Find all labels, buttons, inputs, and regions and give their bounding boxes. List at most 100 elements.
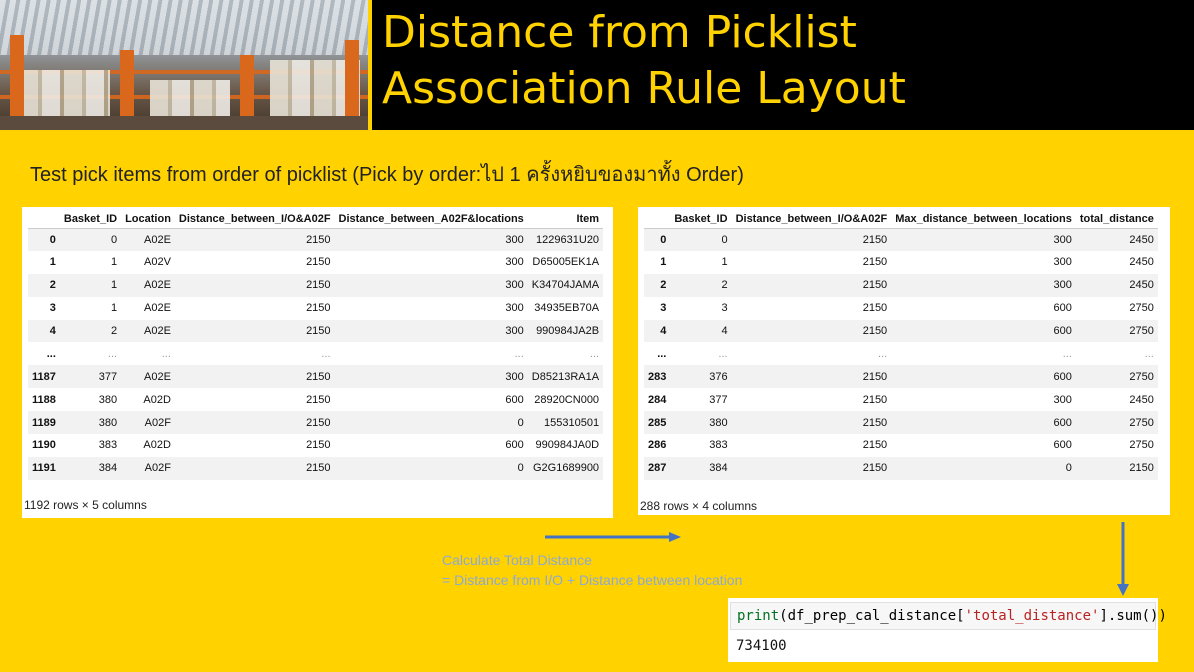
title-line-2: Association Rule Layout xyxy=(382,63,906,114)
table-row: 0 0 A02E 2150 300 1229631U20 xyxy=(28,228,604,251)
table-cell: 3 xyxy=(721,302,728,315)
table-cell: 300 xyxy=(1053,393,1072,406)
table-cell: 2150 xyxy=(306,256,331,269)
table-cell: 2150 xyxy=(862,370,888,383)
left-table-footer: 1192 rows × 5 columns xyxy=(24,498,147,512)
code-cell: print(df_prep_cal_distance['total_distan… xyxy=(728,598,1167,662)
table-cell: 300 xyxy=(1053,233,1072,246)
row-index: 4 xyxy=(49,325,56,337)
table-cell: 2450 xyxy=(1129,393,1154,406)
table-cell: 2150 xyxy=(862,233,888,246)
table-row: 3 1 A02E 2150 300 34935EB70A xyxy=(28,297,603,320)
table-row: 4 2 A02E 2150 300 990984JA2B xyxy=(28,319,604,343)
table-cell: 376 xyxy=(709,370,728,383)
table-row: 2 1 A02E 2150 300 K34704JAMA xyxy=(28,273,604,297)
table-cell: A02D xyxy=(143,393,171,406)
table-cell: 300 xyxy=(505,325,524,337)
table-cell: 300 xyxy=(505,302,524,315)
right-col-header: Max_distance_between_locations xyxy=(891,211,1076,229)
table-cell: 1 xyxy=(721,256,728,269)
code-sum-fn: sum xyxy=(1116,608,1142,624)
row-index: 3 xyxy=(49,302,56,315)
row-index: 1 xyxy=(49,256,56,269)
code-close: ]. xyxy=(1099,608,1117,624)
table-row: 1191 384 A02F 2150 0 G2G1689900 xyxy=(28,456,604,480)
table-cell: 2750 xyxy=(1129,416,1154,429)
table-cell: 300 xyxy=(505,370,524,383)
table-cell: 1 xyxy=(110,256,118,269)
table-cell: 2150 xyxy=(306,233,331,246)
table-cell: 380 xyxy=(98,416,118,429)
right-arrow-icon xyxy=(545,532,681,542)
table-cell: 600 xyxy=(1053,325,1072,337)
table-cell: 1229631U20 xyxy=(536,233,600,246)
table-cell: 0 xyxy=(517,462,524,475)
right-table: Basket_ID Distance_between_I/O&A02F Max_di… xyxy=(644,211,1158,480)
table-cell: 600 xyxy=(1053,439,1072,452)
left-table-header: Basket_ID Location Distance_between_I/O&A0… xyxy=(28,211,604,229)
table-cell: 383 xyxy=(709,439,728,452)
table-cell: 377 xyxy=(98,370,118,383)
table-cell: 2150 xyxy=(862,302,888,315)
code-print-fn: print xyxy=(737,608,780,624)
row-index: ... xyxy=(657,347,667,360)
table-cell: A02F xyxy=(144,462,171,475)
calc-note-line-1: Calculate Total Distance xyxy=(442,552,592,568)
table-row: 287 384 2150 0 2150 xyxy=(644,456,1158,480)
left-col-header: Location xyxy=(121,211,175,229)
calculation-note: Calculate Total Distance = Distance from… xyxy=(442,550,742,590)
table-cell: 380 xyxy=(709,416,728,429)
right-table-footer: 288 rows × 4 columns xyxy=(640,499,758,513)
row-index: 1191 xyxy=(32,462,56,475)
row-index: 285 xyxy=(648,416,667,429)
left-dataframe: Basket_ID Location Distance_between_I/O&A0… xyxy=(22,207,613,518)
row-index: 284 xyxy=(648,393,667,406)
table-cell: 300 xyxy=(1053,279,1072,292)
table-cell: 2150 xyxy=(306,393,331,406)
table-cell: ... xyxy=(161,347,171,360)
table-row: 1190 383 A02D 2150 600 990984JA0D xyxy=(28,434,603,457)
table-cell: 2150 xyxy=(306,439,331,452)
table-row: 1188 380 A02D 2150 600 28920CN000 xyxy=(28,388,603,411)
table-cell: 377 xyxy=(709,393,728,406)
table-cell: ... xyxy=(1144,347,1154,360)
table-cell: 2150 xyxy=(1129,462,1154,475)
table-cell: A02F xyxy=(144,416,171,429)
code-input: print(df_prep_cal_distance['total_distan… xyxy=(730,602,1167,630)
table-cell: ... xyxy=(718,347,728,360)
table-row: 285 380 2150 600 2750 xyxy=(644,411,1158,435)
code-output: 734100 xyxy=(736,638,787,654)
table-cell: 2450 xyxy=(1129,256,1154,269)
table-cell: 600 xyxy=(505,439,524,452)
table-row: 3 3 2150 600 2750 xyxy=(644,297,1158,320)
table-cell: A02V xyxy=(144,256,171,269)
left-col-header xyxy=(28,211,60,229)
table-cell: 2150 xyxy=(306,302,331,315)
table-cell: 2150 xyxy=(306,462,331,475)
table-cell: A02E xyxy=(144,233,171,246)
table-cell: 0 xyxy=(110,233,118,246)
row-index: 283 xyxy=(648,370,667,383)
table-cell: 28920CN000 xyxy=(534,393,600,406)
row-index: 1188 xyxy=(32,393,56,406)
code-tail: ()) xyxy=(1141,608,1167,624)
row-index: 1 xyxy=(660,256,667,269)
table-cell: 0 xyxy=(517,416,524,429)
table-cell: 2150 xyxy=(862,325,888,337)
table-cell: A02E xyxy=(144,370,171,383)
table-cell: ... xyxy=(589,347,600,360)
table-cell: 1 xyxy=(110,279,118,292)
table-cell: 300 xyxy=(505,233,524,246)
down-arrow-icon xyxy=(1117,522,1129,596)
row-index: 1190 xyxy=(32,439,56,452)
table-cell: 600 xyxy=(505,393,524,406)
table-row: 1187 377 A02E 2150 300 D85213RA1A xyxy=(28,365,604,389)
table-cell: 2150 xyxy=(306,325,331,337)
right-col-header: Basket_ID xyxy=(670,211,732,229)
table-cell: 2 xyxy=(721,279,728,292)
table-cell: 2450 xyxy=(1129,233,1154,246)
table-cell: 2450 xyxy=(1129,279,1154,292)
table-row: .................. xyxy=(28,342,603,365)
left-col-header: Distance_between_I/O&A02F xyxy=(174,211,335,229)
table-cell: ... xyxy=(107,347,118,360)
